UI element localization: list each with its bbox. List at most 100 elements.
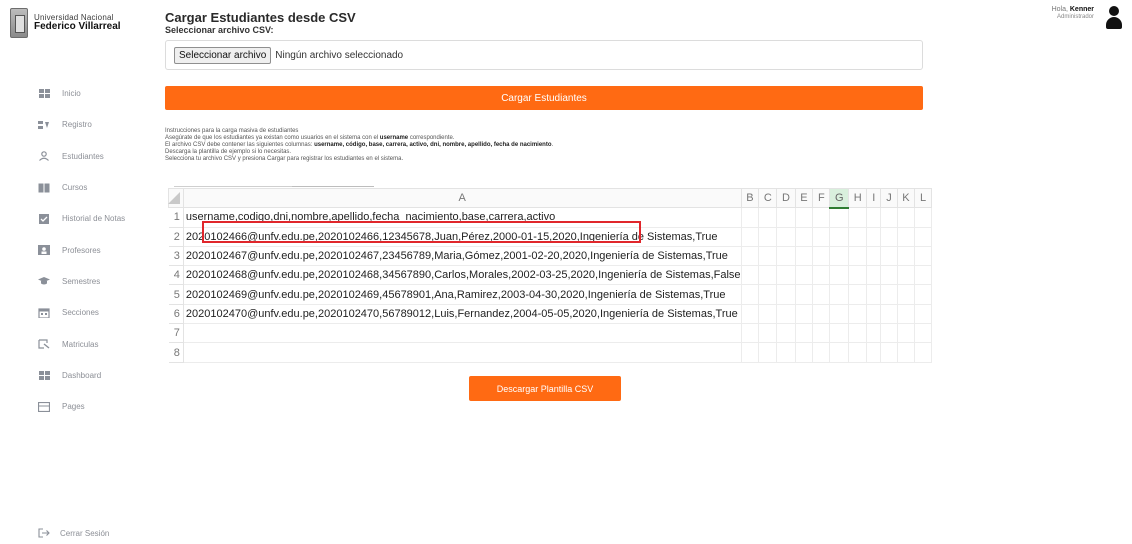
load-students-button[interactable]: Cargar Estudiantes bbox=[165, 86, 923, 110]
table-cell[interactable] bbox=[758, 284, 778, 305]
column-header-l[interactable]: L bbox=[914, 188, 932, 209]
column-header-a[interactable]: A bbox=[182, 188, 742, 209]
table-cell[interactable] bbox=[740, 226, 760, 247]
row-number[interactable]: 1 bbox=[168, 207, 184, 228]
table-cell[interactable] bbox=[914, 284, 932, 305]
sidebar-item-inicio[interactable]: Inicio bbox=[0, 78, 150, 109]
table-cell[interactable] bbox=[776, 265, 796, 286]
table-cell[interactable] bbox=[776, 303, 796, 325]
table-cell[interactable] bbox=[848, 342, 868, 363]
table-cell[interactable]: 2020102467@unfv.edu.pe,2020102467,234567… bbox=[182, 245, 742, 267]
table-cell[interactable] bbox=[758, 265, 778, 286]
row-number[interactable]: 2 bbox=[168, 226, 184, 247]
table-cell[interactable] bbox=[812, 342, 831, 363]
table-cell[interactable] bbox=[794, 265, 814, 286]
download-template-button[interactable]: Descargar Plantilla CSV bbox=[469, 376, 621, 401]
table-cell[interactable] bbox=[776, 226, 796, 247]
table-cell[interactable] bbox=[794, 303, 814, 325]
table-cell[interactable] bbox=[848, 323, 868, 344]
table-cell[interactable] bbox=[866, 342, 882, 363]
table-cell[interactable] bbox=[848, 207, 868, 228]
table-cell[interactable] bbox=[914, 226, 932, 247]
column-header-b[interactable]: B bbox=[740, 188, 760, 209]
row-number[interactable]: 4 bbox=[168, 265, 184, 286]
row-number[interactable]: 8 bbox=[168, 342, 184, 363]
table-cell[interactable] bbox=[740, 207, 760, 228]
row-number[interactable]: 3 bbox=[168, 245, 184, 267]
table-cell[interactable]: 2020102468@unfv.edu.pe,2020102468,345678… bbox=[182, 265, 742, 286]
table-cell[interactable] bbox=[812, 207, 831, 228]
table-cell[interactable] bbox=[829, 207, 850, 228]
sidebar-item-pages[interactable]: Pages bbox=[0, 391, 150, 422]
table-cell[interactable] bbox=[880, 284, 898, 305]
sidebar-item-estudiantes[interactable]: Estudiantes bbox=[0, 141, 150, 172]
table-cell[interactable] bbox=[829, 323, 850, 344]
table-cell[interactable] bbox=[914, 265, 932, 286]
sidebar-item-secciones[interactable]: Secciones bbox=[0, 297, 150, 328]
column-header-h[interactable]: H bbox=[848, 188, 868, 209]
table-cell[interactable] bbox=[812, 245, 831, 267]
table-cell[interactable] bbox=[914, 303, 932, 325]
sidebar-item-cursos[interactable]: Cursos bbox=[0, 172, 150, 203]
table-cell[interactable] bbox=[758, 207, 778, 228]
table-cell[interactable] bbox=[740, 303, 760, 325]
sidebar-item-profesores[interactable]: Profesores bbox=[0, 234, 150, 265]
table-cell[interactable] bbox=[794, 245, 814, 267]
table-cell[interactable] bbox=[758, 245, 778, 267]
table-cell[interactable] bbox=[829, 303, 850, 325]
table-cell[interactable] bbox=[812, 303, 831, 325]
table-cell[interactable] bbox=[812, 284, 831, 305]
table-cell[interactable]: 2020102469@unfv.edu.pe,2020102469,456789… bbox=[182, 284, 742, 305]
table-cell[interactable] bbox=[812, 226, 831, 247]
column-header-e[interactable]: E bbox=[794, 188, 814, 209]
table-cell[interactable] bbox=[880, 226, 898, 247]
table-cell[interactable] bbox=[776, 284, 796, 305]
table-cell[interactable] bbox=[740, 342, 760, 363]
table-cell[interactable] bbox=[880, 303, 898, 325]
table-cell[interactable] bbox=[740, 245, 760, 267]
table-cell[interactable] bbox=[848, 226, 868, 247]
table-cell[interactable] bbox=[880, 323, 898, 344]
user-menu[interactable]: Hola, Kenner Administrador bbox=[1052, 6, 1122, 30]
table-cell[interactable] bbox=[794, 226, 814, 247]
table-cell[interactable] bbox=[758, 323, 778, 344]
table-cell[interactable] bbox=[896, 245, 916, 267]
table-cell[interactable] bbox=[848, 284, 868, 305]
select-all-corner[interactable] bbox=[168, 188, 184, 209]
column-header-d[interactable]: D bbox=[776, 188, 796, 209]
table-cell[interactable] bbox=[829, 245, 850, 267]
sidebar-item-matriculas[interactable]: Matriculas bbox=[0, 328, 150, 359]
table-cell[interactable] bbox=[812, 265, 831, 286]
table-cell[interactable] bbox=[776, 323, 796, 344]
table-cell[interactable] bbox=[896, 265, 916, 286]
table-cell[interactable] bbox=[848, 265, 868, 286]
table-cell[interactable] bbox=[829, 226, 850, 247]
row-number[interactable]: 5 bbox=[168, 284, 184, 305]
table-cell[interactable] bbox=[794, 323, 814, 344]
column-header-j[interactable]: J bbox=[880, 188, 898, 209]
table-cell[interactable] bbox=[182, 342, 742, 363]
table-cell[interactable] bbox=[880, 245, 898, 267]
table-cell[interactable] bbox=[812, 323, 831, 344]
table-cell[interactable] bbox=[866, 303, 882, 325]
table-cell[interactable] bbox=[896, 207, 916, 228]
table-cell[interactable] bbox=[829, 284, 850, 305]
sidebar-item-registro[interactable]: Registro bbox=[0, 109, 150, 140]
table-cell[interactable] bbox=[740, 265, 760, 286]
table-cell[interactable] bbox=[896, 226, 916, 247]
table-cell[interactable] bbox=[866, 284, 882, 305]
table-cell[interactable] bbox=[794, 284, 814, 305]
table-cell[interactable] bbox=[914, 323, 932, 344]
table-cell[interactable] bbox=[866, 265, 882, 286]
table-cell[interactable] bbox=[794, 342, 814, 363]
table-cell[interactable] bbox=[866, 207, 882, 228]
table-cell[interactable] bbox=[866, 226, 882, 247]
table-cell[interactable] bbox=[758, 342, 778, 363]
table-cell[interactable] bbox=[829, 265, 850, 286]
table-cell[interactable] bbox=[866, 323, 882, 344]
table-cell[interactable] bbox=[914, 245, 932, 267]
sidebar-item-historial-de-notas[interactable]: Historial de Notas bbox=[0, 203, 150, 234]
column-header-g[interactable]: G bbox=[829, 188, 850, 209]
brand-logo[interactable]: Universidad Nacional Federico Villarreal bbox=[10, 8, 121, 38]
table-cell[interactable] bbox=[914, 207, 932, 228]
